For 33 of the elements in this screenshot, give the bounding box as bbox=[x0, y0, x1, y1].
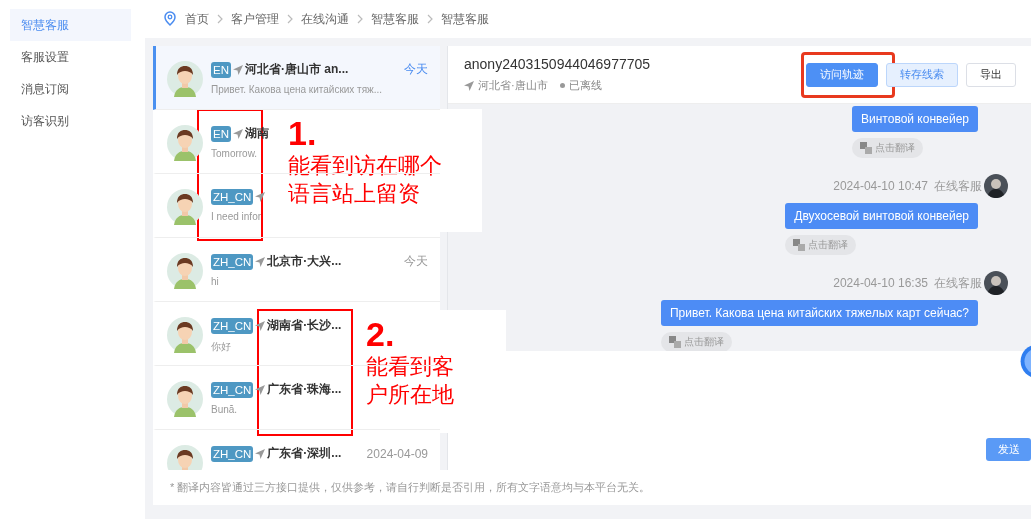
visitor-name: anony2403150944046977705 bbox=[464, 56, 651, 72]
message-bubble: Двухосевой винтовой конвейер bbox=[785, 203, 978, 229]
message-preview: 你好 bbox=[211, 340, 232, 354]
visitor-location: 河北省·唐山市 an... bbox=[245, 61, 349, 78]
message-time: 2024-04-10 10:47 bbox=[833, 179, 928, 193]
language-badge: ZH_CN bbox=[211, 445, 254, 462]
language-badge: EN bbox=[211, 61, 231, 78]
visitor-status: 已离线 bbox=[568, 78, 602, 93]
message-preview: Bună. bbox=[211, 404, 239, 415]
annotation-number: 2. bbox=[366, 316, 396, 354]
visitor-location: 广东省·深圳... bbox=[267, 445, 342, 462]
conversation-time: 今天 bbox=[403, 61, 428, 78]
language-badge: ZH_CN bbox=[211, 189, 254, 205]
visitor-location: 河北省·唐山市 bbox=[478, 78, 548, 93]
language-badge: ZH_CN bbox=[211, 253, 254, 270]
visitor-location: 湖南省·长沙... bbox=[267, 317, 342, 334]
conversation-time: 2024-04-09 bbox=[365, 446, 428, 461]
conversation-time: 今天 bbox=[403, 253, 428, 270]
message-preview: hi bbox=[211, 276, 220, 287]
message-bubble: Винтовой конвейер bbox=[852, 106, 978, 132]
message-bubble: Привет. Какова цена китайских тяжелых карт сейчас? bbox=[661, 300, 978, 326]
message-preview: I need infor bbox=[211, 211, 263, 222]
sender-name: 在线客服 bbox=[934, 177, 982, 195]
message-time: 2024-04-10 16:35 bbox=[833, 276, 928, 290]
message-preview: Привет. Какова цена китайских тяж... bbox=[211, 84, 384, 95]
sender-name: 在线客服 bbox=[934, 274, 982, 292]
annotation-number: 1. bbox=[288, 115, 318, 153]
language-badge: ZH_CN bbox=[211, 317, 254, 334]
visitor-location: 北京市·大兴... bbox=[267, 253, 342, 270]
message-preview: Tomorrow. bbox=[211, 148, 259, 159]
language-badge: EN bbox=[211, 125, 231, 142]
visitor-location: 广东省·珠海... bbox=[267, 381, 342, 398]
language-badge: ZH_CN bbox=[211, 381, 254, 398]
